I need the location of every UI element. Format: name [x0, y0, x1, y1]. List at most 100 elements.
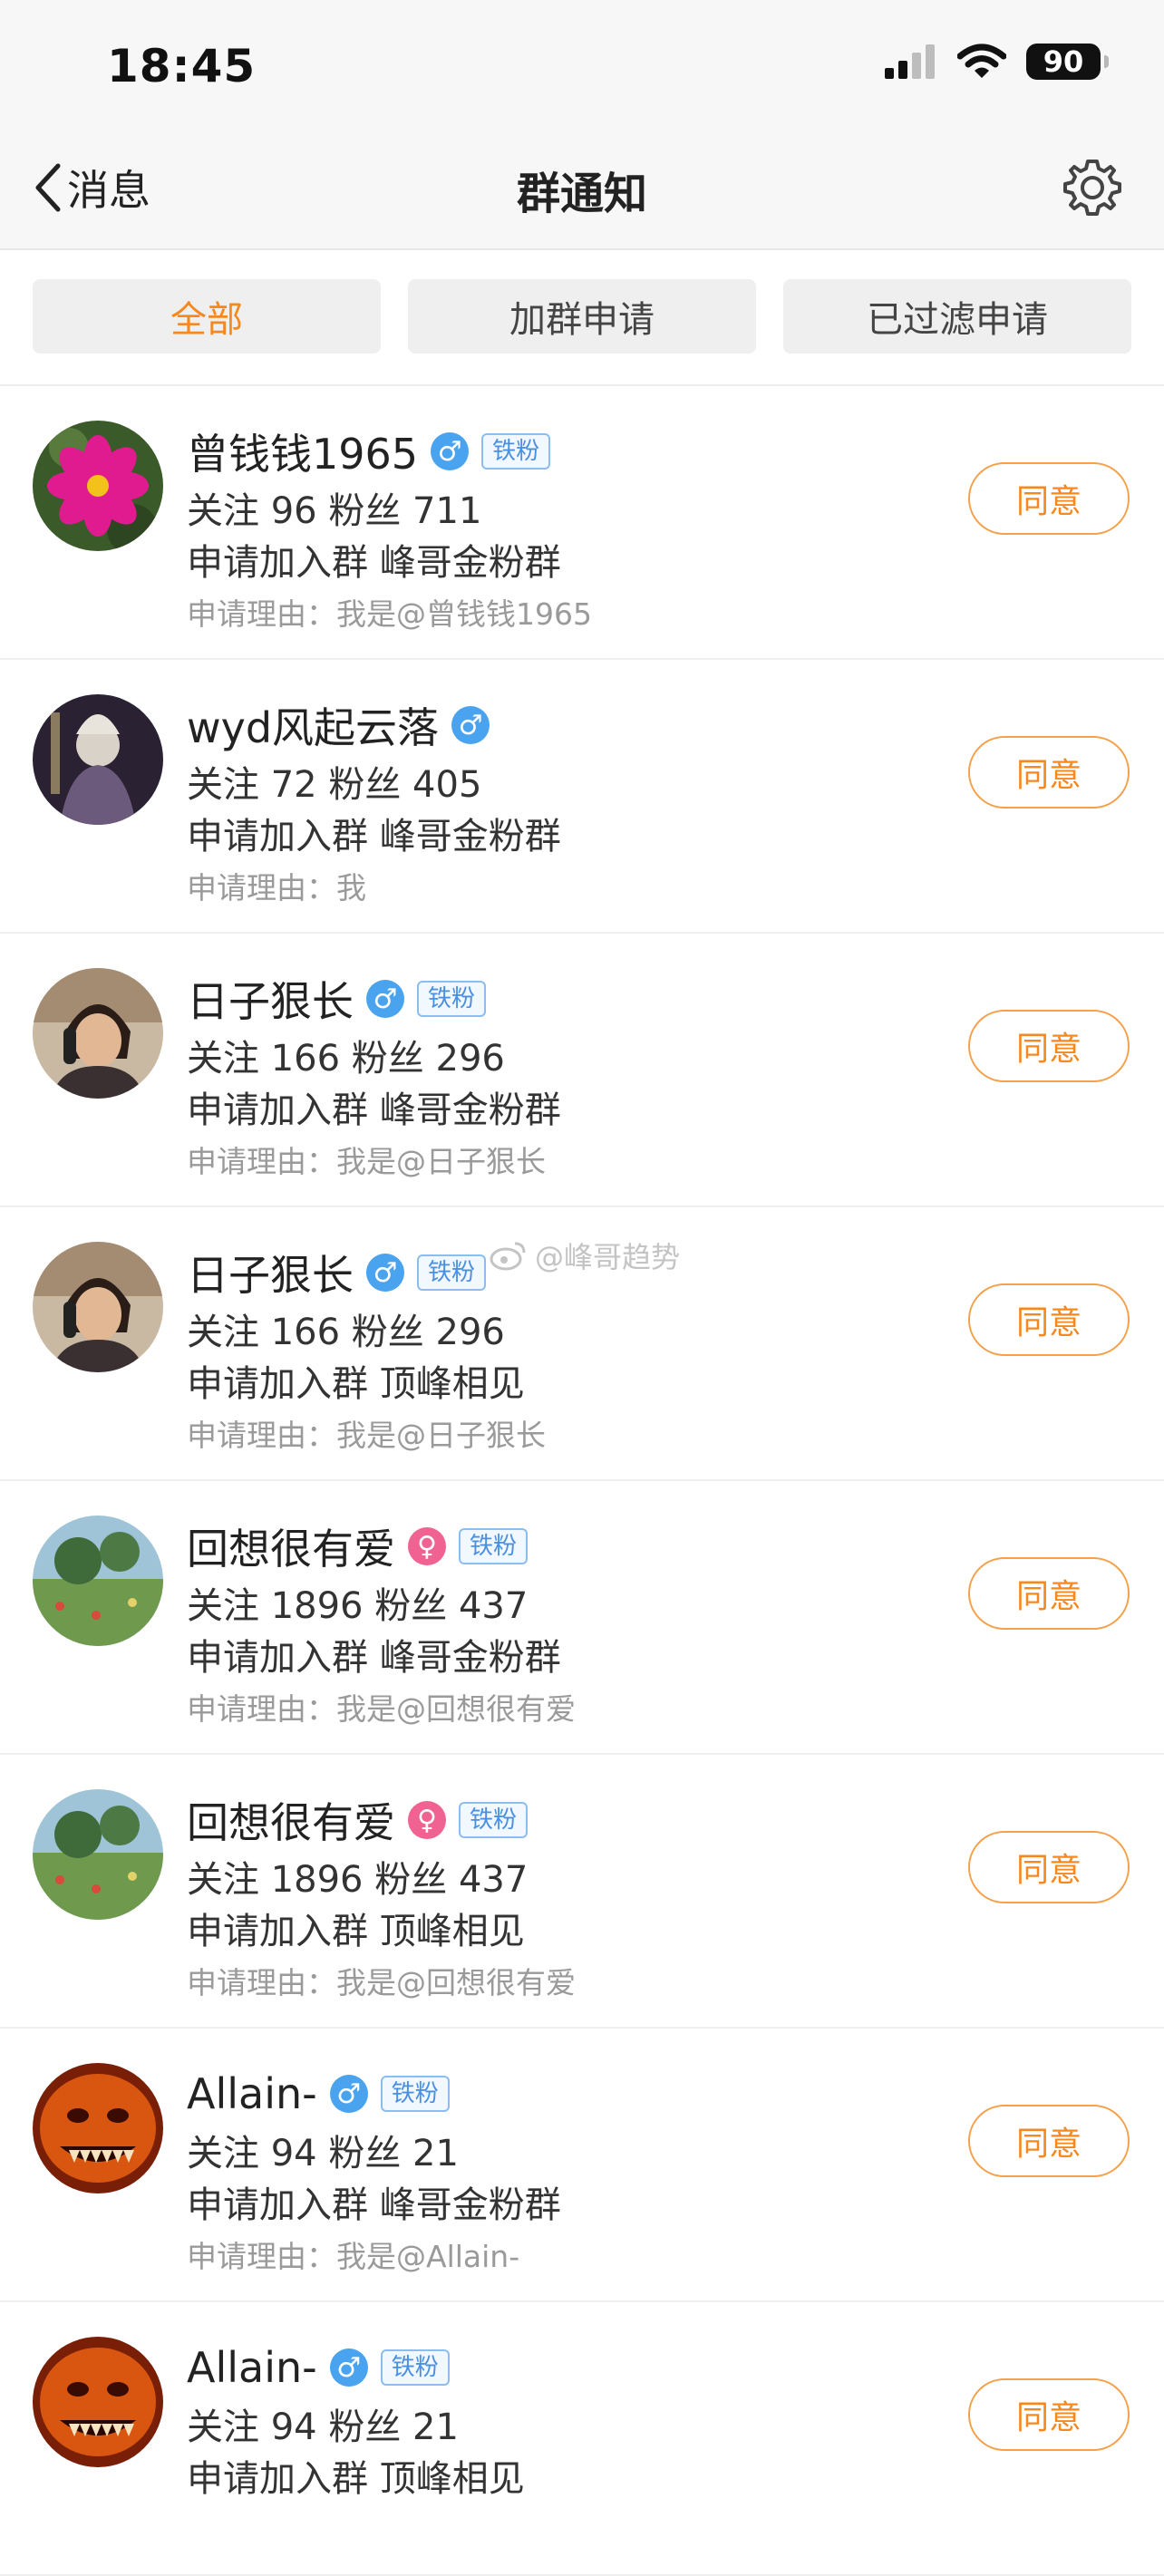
watermark-text: @峰哥趋势 — [535, 1240, 681, 1274]
follow-stats: 关注 166 粉丝 296 — [187, 1038, 505, 1080]
fan-badge: 铁粉 — [417, 1254, 487, 1291]
request-row[interactable]: 回想很有爱 ♀ 铁粉关注 1896 粉丝 437 申请加入群 顶峰相见申请理由：我是@… — [0, 1755, 1164, 2029]
request-info: 日子狠长 ♂ 铁粉关注 166 粉丝 296 申请加入群 顶峰相见申请理由：我是@日子… — [187, 1244, 892, 1461]
status-bar: 18:45 90 — [0, 0, 1164, 127]
apply-text: 申请加入群 峰哥金粉群 — [187, 1637, 561, 1679]
name-line: Allain- ♂ 铁粉 — [187, 2065, 892, 2123]
request-info: wyd风起云落 ♂ 关注 72 粉丝 405 申请加入群 峰哥金粉群申请理由：我 — [187, 696, 892, 914]
request-row[interactable]: Allain- ♂ 铁粉关注 94 粉丝 21 申请加入群 顶峰相见 同意 — [0, 2302, 1164, 2576]
user-name[interactable]: 日子狠长 — [187, 1243, 354, 1303]
agree-button[interactable]: 同意 — [968, 1831, 1130, 1903]
request-info: 回想很有爱 ♀ 铁粉关注 1896 粉丝 437 申请加入群 顶峰相见申请理由：我是@… — [187, 1791, 892, 2009]
user-name[interactable]: 回想很有爱 — [187, 1516, 395, 1576]
user-name[interactable]: Allain- — [187, 2343, 317, 2392]
apply-text: 申请加入群 峰哥金粉群 — [187, 1089, 561, 1131]
nav-bar: 消息 群通知 — [0, 127, 1164, 250]
reason-text: 申请理由：我是@日子狠长 — [187, 1418, 546, 1453]
agree-button[interactable]: 同意 — [968, 2378, 1130, 2451]
avatar[interactable] — [33, 2063, 163, 2193]
follow-stats: 关注 96 粉丝 711 — [187, 490, 482, 532]
agree-button[interactable]: 同意 — [968, 736, 1130, 809]
wifi-icon — [957, 44, 1006, 78]
male-icon: ♂ — [329, 2348, 368, 2387]
reason-text: 申请理由：我是@曾钱钱1965 — [187, 596, 592, 632]
request-row[interactable]: 回想很有爱 ♀ 铁粉 关注 1896 粉丝 437 申请加入群 峰哥金粉群 申请理由：我是… — [0, 1481, 1164, 1755]
follow-stats: 关注 1896 粉丝 437 — [187, 1585, 529, 1627]
weibo-logo-icon — [490, 1242, 526, 1271]
apply-text: 申请加入群 顶峰相见 — [187, 2458, 525, 2500]
female-icon: ♀ — [408, 1801, 446, 1839]
user-name[interactable]: 曾钱钱1965 — [187, 421, 418, 481]
battery-icon: 90 — [1026, 44, 1109, 80]
follow-stats: 关注 1896 粉丝 437 — [187, 1859, 529, 1901]
request-info: 曾钱钱1965 ♂ 铁粉关注 96 粉丝 711 申请加入群 峰哥金粉群申请理由：我是… — [187, 422, 892, 640]
avatar[interactable] — [33, 2337, 163, 2467]
tab-filtered-requests[interactable]: 已过滤申请 — [783, 279, 1131, 353]
signal-icon — [885, 44, 935, 79]
page-title: 群通知 — [516, 169, 647, 219]
gear-icon[interactable] — [1061, 156, 1124, 219]
reason-text: 申请理由：我是@Allain- — [187, 2239, 520, 2274]
agree-button[interactable]: 同意 — [968, 1010, 1130, 1082]
male-icon: ♂ — [366, 980, 404, 1018]
avatar[interactable] — [33, 1789, 163, 1920]
fan-badge: 铁粉 — [459, 1802, 529, 1838]
request-row[interactable]: Allain- ♂ 铁粉关注 94 粉丝 21 申请加入群 峰哥金粉群申请理由：我是@… — [0, 2029, 1164, 2302]
apply-text: 申请加入群 顶峰相见 — [187, 1363, 525, 1405]
request-row[interactable]: wyd风起云落 ♂ 关注 72 粉丝 405 申请加入群 峰哥金粉群申请理由：我 同意 — [0, 660, 1164, 934]
status-icons: 90 — [885, 44, 1109, 80]
follow-stats: 关注 94 粉丝 21 — [187, 2133, 459, 2174]
name-line: Allain- ♂ 铁粉 — [187, 2339, 892, 2397]
tab-join-requests[interactable]: 加群申请 — [408, 279, 756, 353]
request-list: 曾钱钱1965 ♂ 铁粉 关注 96 粉丝 711 申请加入群 峰哥金粉群 申请理由：我是… — [0, 386, 1164, 2576]
reason-text: 申请理由：我是@回想很有爱 — [187, 1965, 576, 2000]
apply-text: 申请加入群 顶峰相见 — [187, 1911, 525, 1952]
apply-text: 申请加入群 峰哥金粉群 — [187, 2184, 561, 2226]
male-icon: ♂ — [329, 2075, 368, 2113]
apply-text: 申请加入群 峰哥金粉群 — [187, 816, 561, 857]
fan-badge: 铁粉 — [380, 2349, 450, 2386]
female-icon: ♀ — [408, 1527, 446, 1565]
name-line: 回想很有爱 ♀ 铁粉 — [187, 1517, 892, 1575]
filter-tabs: 全部 加群申请 已过滤申请 — [0, 250, 1164, 386]
avatar[interactable] — [33, 1516, 163, 1646]
reason-text — [187, 2505, 892, 2556]
follow-stats: 关注 166 粉丝 296 — [187, 1312, 505, 1353]
agree-button[interactable]: 同意 — [968, 1283, 1130, 1356]
status-time: 18:45 — [107, 40, 257, 92]
request-info: 日子狠长 ♂ 铁粉 关注 166 粉丝 296 申请加入群 峰哥金粉群 申请理由：我是@日… — [187, 970, 892, 1187]
male-icon: ♂ — [366, 1254, 404, 1292]
avatar[interactable] — [33, 1242, 163, 1372]
male-icon: ♂ — [451, 706, 490, 744]
name-line: wyd风起云落 ♂ — [187, 696, 892, 754]
follow-stats: 关注 94 粉丝 21 — [187, 2407, 459, 2448]
name-line: 回想很有爱 ♀ 铁粉 — [187, 1791, 892, 1849]
user-name[interactable]: wyd风起云落 — [187, 695, 439, 755]
reason-text: 申请理由：我是@回想很有爱 — [187, 1691, 576, 1727]
user-name[interactable]: 日子狠长 — [187, 969, 354, 1029]
tab-all[interactable]: 全部 — [33, 279, 381, 353]
reason-text: 申请理由：我 — [187, 870, 366, 905]
agree-button[interactable]: 同意 — [968, 2105, 1130, 2177]
follow-stats: 关注 72 粉丝 405 — [187, 764, 482, 806]
apply-text: 申请加入群 峰哥金粉群 — [187, 542, 561, 584]
request-row[interactable]: 曾钱钱1965 ♂ 铁粉关注 96 粉丝 711 申请加入群 峰哥金粉群申请理由：我是… — [0, 386, 1164, 660]
agree-button[interactable]: 同意 — [968, 1557, 1130, 1630]
male-icon: ♂ — [431, 432, 470, 470]
fan-badge: 铁粉 — [380, 2076, 450, 2112]
fan-badge: 铁粉 — [481, 433, 551, 470]
request-row[interactable]: 日子狠长 ♂ 铁粉 关注 166 粉丝 296 申请加入群 峰哥金粉群 申请理由：我是@日… — [0, 934, 1164, 1207]
watermark: @峰哥趋势 — [490, 1235, 680, 1276]
avatar[interactable] — [33, 421, 163, 551]
request-info: Allain- ♂ 铁粉关注 94 粉丝 21 申请加入群 峰哥金粉群申请理由：我是@… — [187, 2065, 892, 2282]
user-name[interactable]: Allain- — [187, 2069, 317, 2118]
agree-button[interactable]: 同意 — [968, 462, 1130, 535]
fan-badge: 铁粉 — [417, 981, 487, 1017]
request-info: Allain- ♂ 铁粉关注 94 粉丝 21 申请加入群 顶峰相见 — [187, 2339, 892, 2556]
user-name[interactable]: 回想很有爱 — [187, 1790, 395, 1850]
avatar[interactable] — [33, 694, 163, 825]
avatar[interactable] — [33, 968, 163, 1099]
request-info: 回想很有爱 ♀ 铁粉 关注 1896 粉丝 437 申请加入群 峰哥金粉群 申请理由：我是… — [187, 1517, 892, 1735]
name-line: 日子狠长 ♂ 铁粉 — [187, 970, 892, 1028]
name-line: 曾钱钱1965 ♂ 铁粉 — [187, 422, 892, 480]
